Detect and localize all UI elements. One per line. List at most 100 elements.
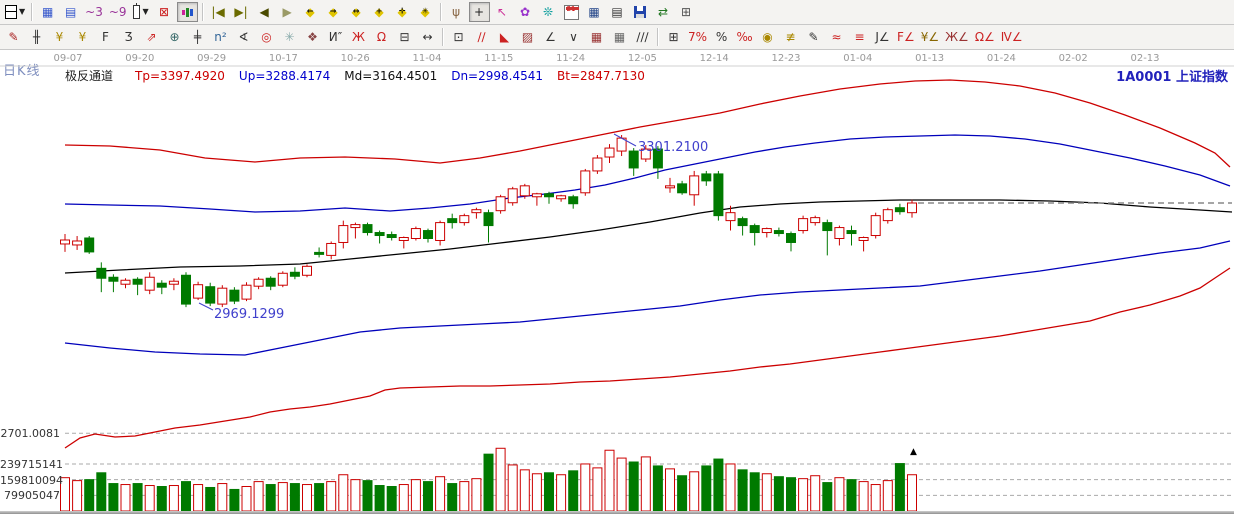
volume-bar: [641, 457, 650, 511]
angle-line-icon[interactable]: ∠: [540, 27, 561, 47]
draw-shape-icon[interactable]: ✿: [515, 2, 536, 22]
grid-box-icon[interactable]: ▦: [586, 27, 607, 47]
gold-lines2-icon[interactable]: ¥: [72, 27, 93, 47]
drawing-toolbar: ✎╫¥¥FƷ⇗⊕╪n²∢◎✳❖И″ЖΩ⊟↔⊡∕∕◣▨∠∨▦▦∕∕∕⊞7%%‰◉≢…: [0, 25, 1234, 50]
candle-body: [351, 225, 360, 228]
target-icon[interactable]: ◎: [256, 27, 277, 47]
wave3-icon[interactable]: ~3: [83, 2, 105, 22]
brush-icon[interactable]: ✎: [3, 27, 24, 47]
zoom-in-icon[interactable]: ◆+: [369, 2, 390, 22]
j-angle-icon[interactable]: J∠: [872, 27, 893, 47]
stats-panel-icon[interactable]: ⊞: [663, 27, 684, 47]
candle-body: [908, 203, 917, 213]
compass-icon[interactable]: ⊕: [164, 27, 185, 47]
tools-icon[interactable]: ⊞: [676, 2, 697, 22]
wave9-icon[interactable]: ~9: [107, 2, 129, 22]
volume-bar: [714, 459, 723, 511]
candle-body: [133, 279, 142, 284]
candle-body: [327, 243, 336, 255]
shen-tool-icon[interactable]: Ж: [348, 27, 369, 47]
candle-style-icon[interactable]: ▼: [131, 2, 152, 22]
gold-lines1-icon[interactable]: ¥: [49, 27, 70, 47]
red-level-icon[interactable]: ≡: [849, 27, 870, 47]
first-bar-icon[interactable]: |◀: [208, 2, 229, 22]
volume-bar: [569, 471, 578, 511]
zoom-out-icon[interactable]: ◆✛: [392, 2, 413, 22]
gold-angle-icon[interactable]: ¥∠: [919, 27, 941, 47]
band-wave-icon-glyph: ≈: [832, 27, 842, 47]
win-tool-icon[interactable]: Ω: [371, 27, 392, 47]
shen-angle-icon[interactable]: Ж∠: [943, 27, 971, 47]
info-doc-icon[interactable]: ▤: [60, 2, 81, 22]
hash-lines-icon[interactable]: ╫: [26, 27, 47, 47]
candle-body: [242, 285, 251, 299]
formula-manager-icon[interactable]: ⊠: [154, 2, 175, 22]
pointer-wave-icon[interactable]: ↖: [492, 2, 513, 22]
next-bar-icon[interactable]: ▶: [277, 2, 298, 22]
fan2-icon[interactable]: ◣: [494, 27, 515, 47]
candle-body: [61, 240, 70, 244]
last-bar-icon[interactable]: ▶|: [231, 2, 252, 22]
vline-icon[interactable]: ∨: [563, 27, 584, 47]
chart-panel: 09-0709-2009-2910-1710-2611-0411-1511-24…: [0, 50, 1234, 514]
star-web-icon-glyph: ✳: [284, 27, 294, 47]
export-icon[interactable]: ⇄: [653, 2, 674, 22]
zoom-right-icon[interactable]: ◆→: [323, 2, 344, 22]
volume-bar: [835, 478, 844, 511]
angle-ruler-icon[interactable]: ∢: [233, 27, 254, 47]
candle-body: [85, 238, 94, 252]
pct-line-icon[interactable]: ‰: [734, 27, 755, 47]
candle-body: [508, 189, 517, 203]
prev-bar-icon[interactable]: ◀: [254, 2, 275, 22]
calendar-icon[interactable]: 21: [561, 2, 582, 22]
zoom-hfit-icon[interactable]: ◆↔: [346, 2, 367, 22]
quote-mark-icon[interactable]: И″: [325, 27, 346, 47]
volume-bar: [629, 462, 638, 511]
notes-icon[interactable]: ▤: [607, 2, 628, 22]
ruler123-icon[interactable]: ⊟: [394, 27, 415, 47]
crosshair-icon[interactable]: +: [469, 2, 490, 22]
hand-pan-icon[interactable]: ψ: [446, 2, 467, 22]
band-wave-icon[interactable]: ≈: [826, 27, 847, 47]
stats-panel-icon-glyph: ⊞: [668, 27, 678, 47]
chart-canvas[interactable]: 3301.21002969.1299▲: [0, 50, 1234, 514]
brush2-icon[interactable]: ✎: [803, 27, 824, 47]
four-angle-icon[interactable]: Ⅳ∠: [999, 27, 1025, 47]
slash3-icon[interactable]: ∕∕∕: [632, 27, 653, 47]
candle-body: [363, 225, 372, 233]
period-selector[interactable]: ▼: [3, 2, 27, 22]
f-angle-icon-glyph: F∠: [897, 27, 915, 47]
calculator-icon[interactable]: ▦: [584, 2, 605, 22]
candle-body: [702, 174, 711, 181]
percent-icon[interactable]: %: [711, 27, 732, 47]
star-web-icon[interactable]: ✳: [279, 27, 300, 47]
candle-body: [375, 233, 384, 236]
f-angle-icon[interactable]: F∠: [895, 27, 917, 47]
win-angle-icon[interactable]: Ω∠: [973, 27, 997, 47]
zoom-all-icon[interactable]: ◆✳: [415, 2, 436, 22]
n2-icon[interactable]: n²: [210, 27, 231, 47]
rocket-icon[interactable]: ⇗: [141, 27, 162, 47]
fibo-lines-icon[interactable]: F: [95, 27, 116, 47]
chart-window-icon[interactable]: ▦: [37, 2, 58, 22]
web-box-icon[interactable]: ▨: [517, 27, 538, 47]
candle-body: [484, 213, 493, 226]
rect-tool-icon[interactable]: ⊡: [448, 27, 469, 47]
toolbar-separator: [442, 28, 444, 46]
width-measure-icon-glyph: ↔: [422, 27, 432, 47]
save-icon[interactable]: [630, 2, 651, 22]
draw-shape-icon-glyph: ✿: [520, 2, 530, 22]
gold-circle-icon[interactable]: ◉: [757, 27, 778, 47]
fan-lines-icon[interactable]: ∕∕: [471, 27, 492, 47]
width-measure-icon[interactable]: ↔: [417, 27, 438, 47]
grid-box2-icon[interactable]: ▦: [609, 27, 630, 47]
hash2-icon[interactable]: ╪: [187, 27, 208, 47]
toolbar-separator: [202, 3, 204, 21]
zoom-left-icon[interactable]: ◆←: [300, 2, 321, 22]
gold-level-icon[interactable]: ≢: [780, 27, 801, 47]
spider-web-icon[interactable]: ❖: [302, 27, 323, 47]
colored-bars-icon[interactable]: [177, 2, 198, 22]
pct-band-icon[interactable]: 7%: [686, 27, 709, 47]
smart-icon[interactable]: ❊: [538, 2, 559, 22]
spiral-icon[interactable]: Ʒ: [118, 27, 139, 47]
